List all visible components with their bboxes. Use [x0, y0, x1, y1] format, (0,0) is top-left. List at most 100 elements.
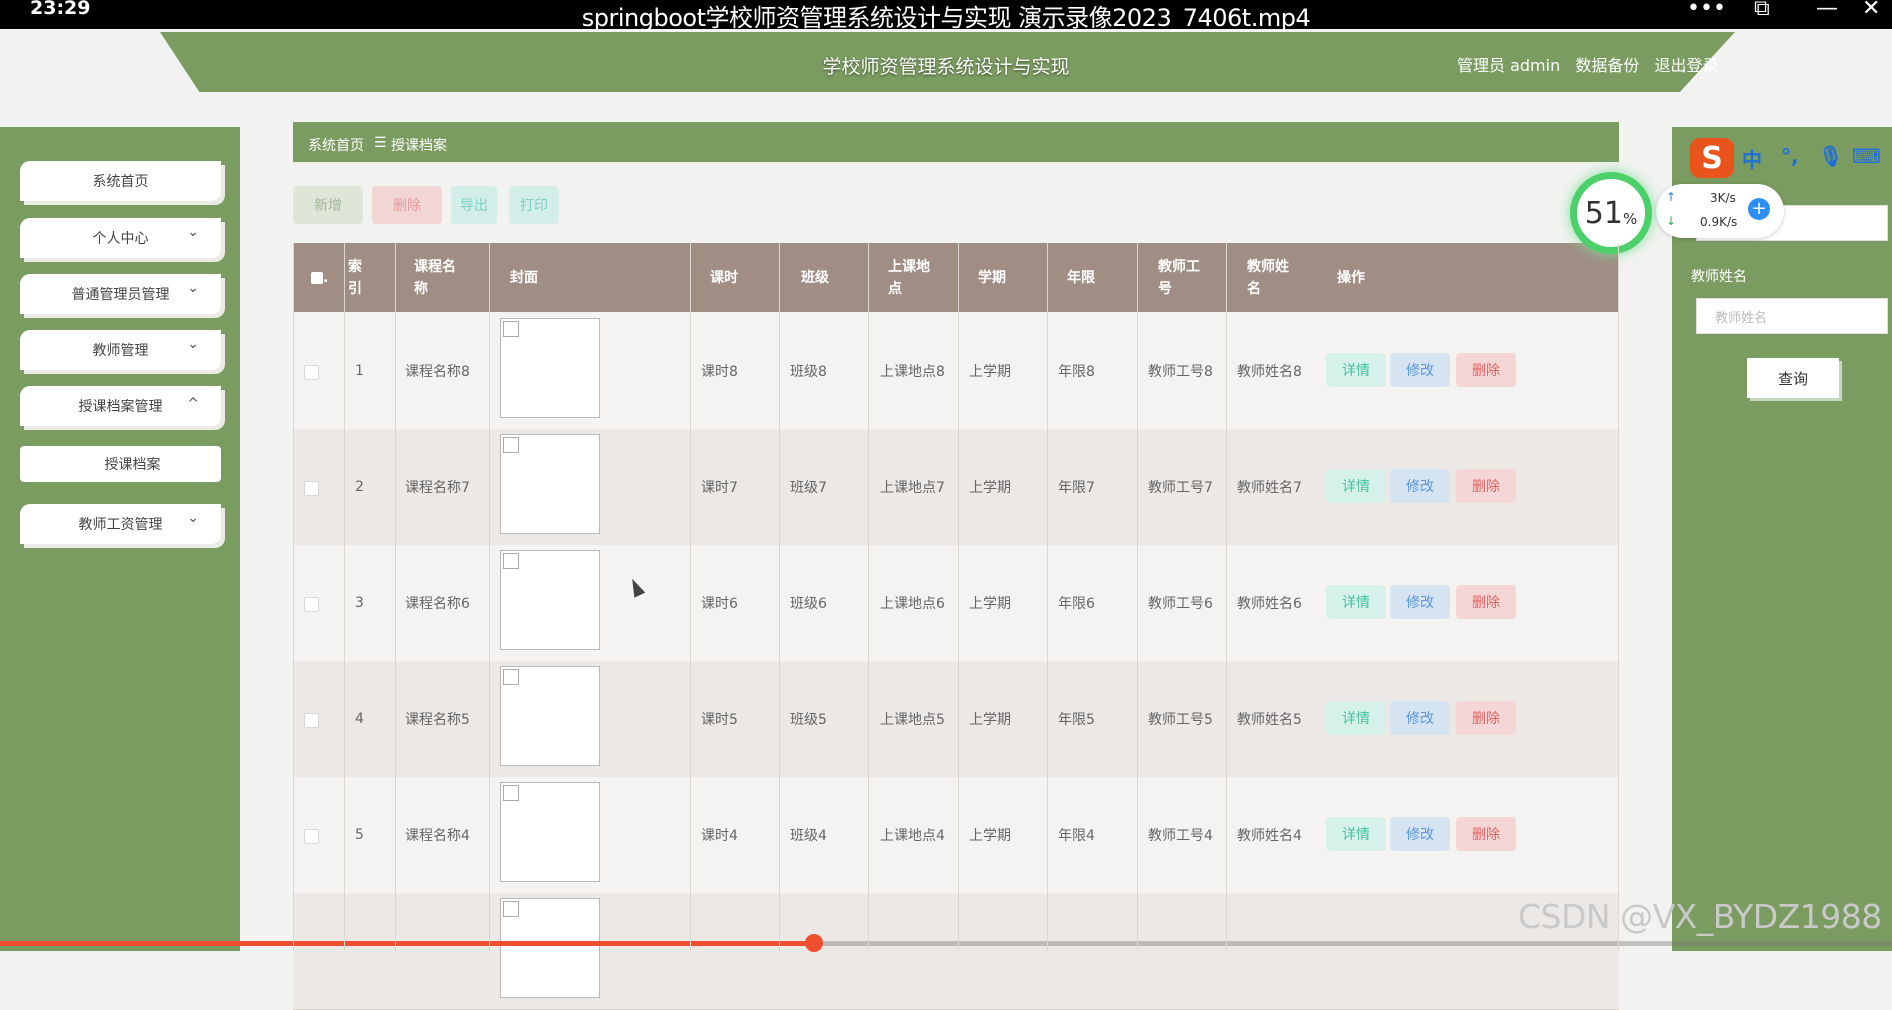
detail-button[interactable]: 详情 [1326, 469, 1386, 503]
cell-term: 上学期 [969, 596, 1011, 612]
close-icon[interactable]: ✕ [1862, 0, 1880, 21]
sidebar-subitem-teaching-archive[interactable]: 授课档案 [20, 446, 221, 482]
table-row: 4 课程名称5 课时5 班级5 上课地点5 上学期 年限5 教师工号5 教师姓名5 详情 修改 删除 [293, 661, 1619, 778]
sidebar-item-salary-management[interactable]: 教师工资管理 ⌄ [20, 504, 221, 544]
search-panel [1672, 127, 1892, 951]
cell-teacher-no: 教师工号5 [1148, 712, 1213, 728]
microphone-icon[interactable]: 🎙 [1818, 144, 1843, 168]
data-backup-link[interactable]: 数据备份 [1575, 56, 1639, 75]
sidebar-item-home[interactable]: 系统首页 [20, 161, 221, 201]
edit-button[interactable]: 修改 [1390, 469, 1450, 503]
th-line: 号 [1158, 280, 1172, 297]
edit-button[interactable]: 修改 [1390, 353, 1450, 387]
delete-button[interactable]: 删除 [1456, 701, 1516, 735]
cell-course: 课程名称5 [405, 712, 470, 728]
cell-course: 课程名称8 [405, 364, 470, 380]
logout-link[interactable]: 退出登录 [1654, 56, 1718, 75]
th-place[interactable]: 上课地点 [888, 243, 930, 312]
cell-years: 年限8 [1058, 364, 1095, 380]
broken-image-icon [503, 669, 519, 685]
ime-mode-toggle[interactable]: 中 [1742, 144, 1762, 173]
row-checkbox[interactable] [304, 713, 319, 728]
edit-button[interactable]: 修改 [1390, 585, 1450, 619]
cell-teacher-no: 教师工号7 [1148, 480, 1213, 496]
broken-image-icon [503, 901, 519, 917]
more-icon[interactable]: ••• [1687, 0, 1726, 21]
cell-teacher-no: 教师工号6 [1148, 596, 1213, 612]
cover-image [500, 318, 600, 418]
minimize-icon[interactable]: — [1816, 0, 1838, 21]
th-index[interactable]: 索引 [348, 243, 362, 312]
video-progress-bar[interactable] [0, 934, 1892, 952]
cover-image [500, 666, 600, 766]
th-years[interactable]: 年限 [1067, 243, 1095, 312]
sidebar-item-personal-center[interactable]: 个人中心 ⌄ [20, 218, 221, 258]
cell-place: 上课地点5 [880, 712, 945, 728]
memory-usage-ring[interactable]: 51% [1570, 172, 1652, 254]
column-divider [293, 243, 294, 951]
cell-teacher-no: 教师工号4 [1148, 828, 1213, 844]
keyboard-icon[interactable]: ⌨ [1852, 144, 1881, 168]
th-cover[interactable]: 封面 [510, 243, 538, 312]
sidebar-item-teacher-management[interactable]: 教师管理 ⌄ [20, 330, 221, 370]
row-checkbox[interactable] [304, 481, 319, 496]
sidebar-item-admin-management[interactable]: 普通管理员管理 ⌄ [20, 274, 221, 314]
th-teacher-name[interactable]: 教师姓名 [1247, 243, 1289, 312]
sidebar-item-label: 授课档案管理 [78, 399, 163, 415]
detail-button[interactable]: 详情 [1326, 817, 1386, 851]
table-row: 5 课程名称4 课时4 班级4 上课地点4 上学期 年限4 教师工号4 教师姓名4 详情 修改 删除 [293, 777, 1619, 894]
table-row [293, 893, 1619, 1010]
query-button[interactable]: 查询 [1747, 358, 1839, 398]
detail-button[interactable]: 详情 [1326, 701, 1386, 735]
column-divider [779, 243, 780, 951]
exit-fullscreen-icon[interactable]: ⧉ [1754, 0, 1770, 21]
cell-hours: 课时5 [701, 712, 738, 728]
breadcrumb-home[interactable]: 系统首页 [308, 135, 364, 155]
cell-hours: 课时8 [701, 364, 738, 380]
delete-button[interactable]: 删除 [1456, 353, 1516, 387]
admin-label: 管理员 admin [1457, 56, 1561, 75]
sidebar-item-label: 个人中心 [92, 231, 149, 247]
detail-button[interactable]: 详情 [1326, 585, 1386, 619]
cell-teacher-no: 教师工号8 [1148, 364, 1213, 380]
delete-button[interactable]: 删除 [1456, 817, 1516, 851]
watermark: CSDN @VX_BYDZ1988 [1518, 897, 1882, 936]
chevron-up-icon: ^ [187, 396, 199, 412]
memory-percent: 51 [1584, 195, 1623, 231]
row-checkbox[interactable] [304, 365, 319, 380]
cover-image [500, 782, 600, 882]
table-header: . 索引 课程名称 封面 课时 班级 上课地点 学期 年限 教师工号 教师姓名 … [293, 243, 1619, 312]
detail-button[interactable]: 详情 [1326, 353, 1386, 387]
add-button[interactable]: 新增 [293, 186, 363, 224]
th-line: 教师工 [1158, 258, 1200, 275]
video-progress-knob[interactable] [804, 934, 823, 952]
th-class[interactable]: 班级 [801, 243, 829, 312]
select-all-checkbox[interactable]: . [311, 243, 328, 312]
chevron-down-icon: ⌄ [187, 280, 199, 296]
row-checkbox[interactable] [304, 597, 319, 612]
plus-icon[interactable]: + [1748, 198, 1770, 220]
export-button[interactable]: 导出 [451, 186, 497, 224]
th-teacher-no[interactable]: 教师工号 [1158, 243, 1200, 312]
th-term[interactable]: 学期 [978, 243, 1006, 312]
punctuation-icon[interactable]: °, [1781, 144, 1799, 168]
cell-hours: 课时7 [701, 480, 738, 496]
sidebar-item-teaching-archive-management[interactable]: 授课档案管理 ^ [20, 386, 221, 426]
th-line: 称 [414, 280, 428, 297]
column-divider [1047, 243, 1048, 951]
th-line: 上课地 [888, 258, 930, 275]
edit-button[interactable]: 修改 [1390, 701, 1450, 735]
delete-button[interactable]: 删除 [1456, 585, 1516, 619]
breadcrumb-separator-icon: ☰ [374, 135, 387, 151]
chevron-down-icon: ⌄ [187, 224, 199, 240]
print-button[interactable]: 打印 [509, 186, 559, 224]
edit-button[interactable]: 修改 [1390, 817, 1450, 851]
th-hours[interactable]: 课时 [710, 243, 738, 312]
th-course[interactable]: 课程名称 [414, 243, 456, 312]
teacher-name-search-input[interactable]: 教师姓名 [1696, 298, 1888, 334]
cell-course: 课程名称4 [405, 828, 470, 844]
delete-button[interactable]: 删除 [1456, 469, 1516, 503]
cell-term: 上学期 [969, 712, 1011, 728]
row-checkbox[interactable] [304, 829, 319, 844]
batch-delete-button[interactable]: 删除 [372, 186, 442, 224]
